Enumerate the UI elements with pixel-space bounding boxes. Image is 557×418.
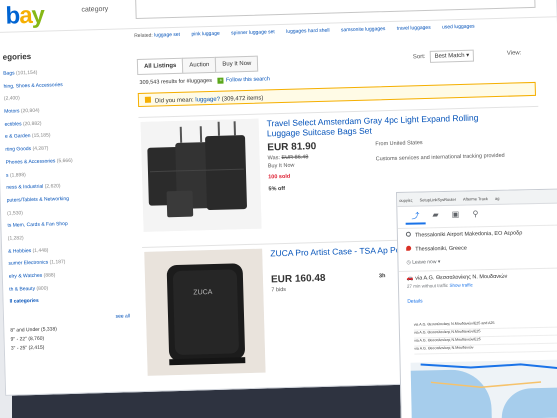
map-view[interactable] xyxy=(410,359,557,418)
plus-icon: + xyxy=(217,77,225,84)
item-bids: 7 bids xyxy=(271,286,287,294)
show-traffic-link[interactable]: Show traffic xyxy=(449,282,473,287)
route-line xyxy=(420,363,557,389)
details-link[interactable]: Details xyxy=(407,296,557,304)
size-filter-option[interactable]: 3" - 25" (2,415) xyxy=(11,341,131,353)
related-link[interactable]: spinner luggage set xyxy=(231,29,275,36)
category-select[interactable]: category xyxy=(81,6,108,14)
bookmark-item[interactable]: ag xyxy=(495,196,500,201)
transit-icon[interactable]: ▣ xyxy=(445,209,465,223)
sidebar-title: egories xyxy=(2,51,32,62)
sort-control: Sort: Best Match ▾ xyxy=(413,49,475,63)
directions-icon[interactable]: ⤴ xyxy=(405,209,426,225)
bookmark-item[interactable]: SetupLinkSysRouter xyxy=(420,197,457,203)
category-sidebar: egories Bags (101,154) hing, Shoes & Acc… xyxy=(3,49,131,353)
car-icon[interactable]: ▰ xyxy=(425,209,445,223)
related-link[interactable]: travel luggages xyxy=(397,25,431,32)
sort-select[interactable]: Best Match ▾ xyxy=(429,49,475,63)
related-link[interactable]: pink luggage xyxy=(191,31,220,38)
tab-buy-it-now[interactable]: Buy It Now xyxy=(215,55,259,73)
route-steps: via A.G. Θεσσαλονίκης Ν.Μουδανιών/E25 an… xyxy=(413,319,557,355)
all-categories-link[interactable]: ll categories xyxy=(9,293,129,309)
related-link[interactable]: luggages hard shell xyxy=(286,28,330,35)
related-link[interactable]: samsonite luggages xyxy=(341,26,386,33)
walk-icon[interactable]: ⚲ xyxy=(465,209,485,223)
item-price: EUR 81.90 xyxy=(267,141,317,154)
ebay-logo[interactable]: bay xyxy=(5,2,44,31)
bookmark-item[interactable]: Afterme Track xyxy=(463,196,488,202)
related-label: Related: xyxy=(134,32,153,40)
desktop: bay category Related: luggage set pink l… xyxy=(0,0,557,418)
item-shipping-note: Customs services and international track… xyxy=(375,152,505,163)
item-image-luggage-set[interactable] xyxy=(140,118,262,232)
route-option[interactable]: 🚗 via A.G. Θεσσαλονίκης Ν. Μουδανιών 27 … xyxy=(398,267,557,309)
item-time-left: 3h xyxy=(378,273,386,280)
listing-tabs: All Listings Auction Buy It Now xyxy=(136,55,259,76)
item-location: From United States xyxy=(375,140,423,148)
bookmark-item[interactable]: ουργίες xyxy=(399,198,412,203)
related-link[interactable]: used luggages xyxy=(442,24,475,31)
item-image-zuca-case[interactable]: ZUCA xyxy=(144,248,266,376)
search-input[interactable] xyxy=(135,0,536,20)
item-discount: 5% off xyxy=(268,185,286,193)
route-duration: 27 min without traffic Show traffic xyxy=(406,282,473,289)
warning-icon xyxy=(144,96,152,103)
follow-search-link[interactable]: + Follow this search xyxy=(217,76,270,84)
related-link[interactable]: luggage set xyxy=(154,32,180,39)
origin-icon xyxy=(405,231,411,237)
item-title-link[interactable]: Travel Select Amsterdam Gray 4pc Light E… xyxy=(267,112,507,139)
pin-icon xyxy=(406,245,412,251)
did-you-mean-banner: Did you mean: luggage? (309,472 items) xyxy=(137,81,537,108)
item-price: EUR 160.48 xyxy=(270,272,326,286)
see-all-link[interactable]: see all xyxy=(115,313,130,319)
maps-window: ουργίες SetupLinkSysRouter Afterme Track… xyxy=(396,188,557,418)
tab-auction[interactable]: Auction xyxy=(182,56,217,74)
suggested-query-link[interactable]: luggage? xyxy=(195,97,220,104)
item-sold-count: 100 sold xyxy=(268,173,291,181)
item-format: Buy It Now xyxy=(267,162,295,170)
svg-text:ZUCA: ZUCA xyxy=(193,289,213,297)
results-count: 309,543 results for #luggages + Follow thi… xyxy=(139,76,271,86)
view-label: View: xyxy=(506,50,522,57)
tab-all-listings[interactable]: All Listings xyxy=(136,57,184,76)
